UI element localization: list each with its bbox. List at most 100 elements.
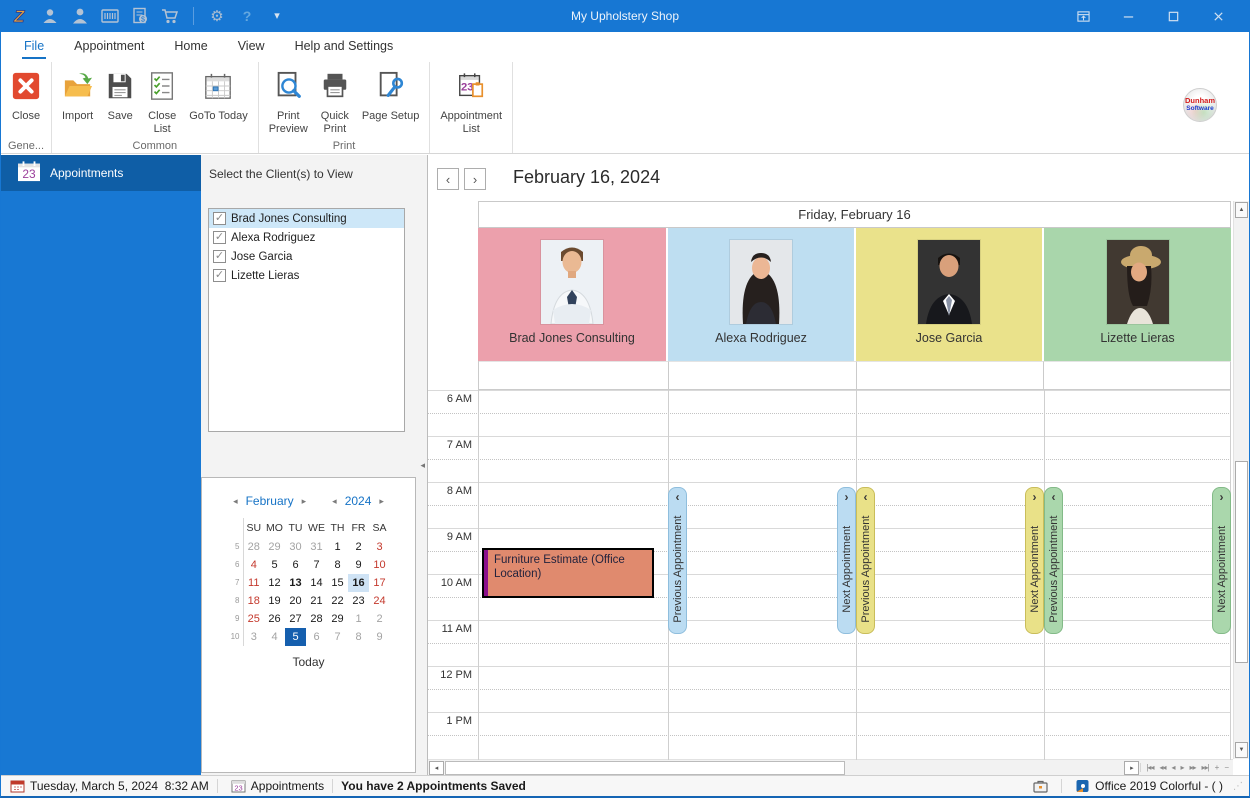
close-button[interactable]: Close (5, 66, 47, 123)
calendar-day-cell[interactable]: 8 (327, 556, 348, 574)
ribbon-options-button[interactable] (1061, 0, 1106, 32)
calendar-day-cell[interactable]: 2 (348, 538, 369, 556)
allday-cell[interactable] (857, 361, 1045, 390)
calendar-day-cell[interactable]: 16 (348, 574, 369, 592)
calendar-day-cell[interactable]: 28 (306, 610, 327, 628)
previous-appointment-tab[interactable]: ‹Previous Appointment (668, 487, 687, 634)
client-list-item[interactable]: ✓Lizette Lieras (209, 266, 404, 285)
calendar-day-cell[interactable]: 4 (243, 556, 264, 574)
calendar-day-cell[interactable]: 13 (285, 574, 306, 592)
client-checkbox[interactable]: ✓ (213, 250, 226, 263)
vertical-scrollbar[interactable]: ▲ ▼ (1233, 201, 1249, 759)
calendar-day-cell[interactable]: 19 (264, 592, 285, 610)
prev-month-icon[interactable]: ◂ (231, 496, 240, 507)
calendar-day-cell[interactable]: 20 (285, 592, 306, 610)
navigator-button[interactable]: ▸▸| (1200, 763, 1211, 772)
calendar-day-cell[interactable]: 27 (285, 610, 306, 628)
resource-header-3[interactable]: Jose Garcia (856, 228, 1044, 361)
briefcase-icon[interactable] (1033, 779, 1048, 793)
calendar-day-cell[interactable]: 2 (369, 610, 390, 628)
tab-home[interactable]: Home (159, 32, 222, 62)
resource-header-1[interactable]: Brad Jones Consulting (478, 228, 668, 361)
time-row[interactable]: 12 PM (428, 666, 1231, 712)
calendar-day-cell[interactable]: 7 (306, 556, 327, 574)
month-label[interactable]: February (246, 494, 294, 508)
navigator-button[interactable]: + (1213, 763, 1221, 772)
calendar-day-cell[interactable]: 31 (306, 538, 327, 556)
print-preview-button[interactable]: Print Preview (263, 66, 314, 136)
time-row[interactable]: 6 AM (428, 390, 1231, 436)
navigator-button[interactable]: − (1222, 763, 1230, 772)
calendar-day-cell[interactable]: 23 (348, 592, 369, 610)
calendar-day-cell[interactable]: 7 (327, 628, 348, 646)
calendar-day-cell[interactable]: 29 (327, 610, 348, 628)
prev-day-button[interactable]: ‹ (437, 168, 459, 190)
minimize-button[interactable] (1106, 0, 1151, 32)
page-setup-button[interactable]: Page Setup (356, 66, 426, 123)
time-row[interactable]: 8 AM (428, 482, 1231, 528)
calendar-day-cell[interactable]: 21 (306, 592, 327, 610)
client-list-item[interactable]: ✓Brad Jones Consulting (209, 209, 404, 228)
calendar-day-cell[interactable]: 6 (306, 628, 327, 646)
calendar-day-cell[interactable]: 4 (264, 628, 285, 646)
allday-cell[interactable] (1044, 361, 1231, 390)
client-list-item[interactable]: ✓Jose Garcia (209, 247, 404, 266)
today-button[interactable]: Today (202, 655, 415, 669)
calendar-day-cell[interactable]: 5 (264, 556, 285, 574)
calendar-day-cell[interactable]: 17 (369, 574, 390, 592)
calendar-day-cell[interactable]: 18 (243, 592, 264, 610)
time-row[interactable]: 7 AM (428, 436, 1231, 482)
next-appointment-tab[interactable]: ›Next Appointment (1212, 487, 1231, 634)
tab-appointment[interactable]: Appointment (59, 32, 159, 62)
next-appointment-tab[interactable]: ›Next Appointment (1025, 487, 1044, 634)
maximize-button[interactable] (1151, 0, 1196, 32)
client-checkbox[interactable]: ✓ (213, 231, 226, 244)
vertical-scroll-thumb[interactable] (1235, 461, 1248, 663)
resource-header-2[interactable]: Alexa Rodriguez (668, 228, 856, 361)
titlebar-settings-gear-icon[interactable]: ⚙ (207, 6, 227, 26)
save-button[interactable]: Save (99, 66, 141, 123)
time-row[interactable]: 1 PM (428, 712, 1231, 758)
close-window-button[interactable] (1196, 0, 1241, 32)
calendar-day-cell[interactable]: 29 (264, 538, 285, 556)
next-day-button[interactable]: › (464, 168, 486, 190)
calendar-day-cell[interactable]: 24 (369, 592, 390, 610)
titlebar-client-icon[interactable] (40, 6, 60, 26)
titlebar-help-icon[interactable]: ? (237, 6, 257, 26)
calendar-day-cell[interactable]: 15 (327, 574, 348, 592)
titlebar-clients-icon[interactable] (70, 6, 90, 26)
allday-cell[interactable] (669, 361, 857, 390)
titlebar-invoice-icon[interactable]: $ (130, 6, 150, 26)
calendar-day-cell[interactable]: 25 (243, 610, 264, 628)
splitter-collapse-icon[interactable]: ◂ (420, 460, 425, 471)
scroll-right-icon[interactable]: ▸ (1124, 761, 1139, 775)
sidebar-item-appointments[interactable]: 23 Appointments (1, 155, 201, 191)
titlebar-cart-icon[interactable] (160, 6, 180, 26)
quick-print-button[interactable]: Quick Print (314, 66, 356, 136)
tab-file[interactable]: File (9, 32, 59, 62)
calendar-day-cell[interactable]: 28 (243, 538, 264, 556)
titlebar-barcode-icon[interactable] (100, 6, 120, 26)
calendar-day-cell[interactable]: 9 (369, 628, 390, 646)
scroll-down-icon[interactable]: ▼ (1235, 742, 1248, 758)
titlebar-dropdown-caret-icon[interactable]: ▾ (267, 6, 287, 26)
navigator-button[interactable]: ◂◂ (1157, 763, 1167, 772)
client-checkbox[interactable]: ✓ (213, 212, 226, 225)
theme-selector[interactable]: Office 2019 Colorful - ( ) (1095, 779, 1223, 793)
navigator-button[interactable]: |◂◂ (1144, 763, 1155, 772)
appointment-block[interactable]: Furniture Estimate (Office Location) (482, 548, 654, 598)
prev-year-icon[interactable]: ◂ (330, 496, 339, 507)
scroll-left-icon[interactable]: ◂ (429, 761, 444, 775)
navigator-button[interactable]: ◂ (1169, 763, 1176, 772)
year-label[interactable]: 2024 (345, 494, 372, 508)
calendar-day-cell[interactable]: 12 (264, 574, 285, 592)
calendar-day-cell[interactable]: 14 (306, 574, 327, 592)
resource-header-4[interactable]: Lizette Lieras (1044, 228, 1231, 361)
goto-today-button[interactable]: GoTo Today (183, 66, 254, 123)
calendar-day-cell[interactable]: 3 (369, 538, 390, 556)
import-button[interactable]: Import (56, 66, 99, 123)
calendar-day-cell[interactable]: 1 (348, 610, 369, 628)
scroll-up-icon[interactable]: ▲ (1235, 202, 1248, 218)
previous-appointment-tab[interactable]: ‹Previous Appointment (1044, 487, 1063, 634)
calendar-day-cell[interactable]: 26 (264, 610, 285, 628)
